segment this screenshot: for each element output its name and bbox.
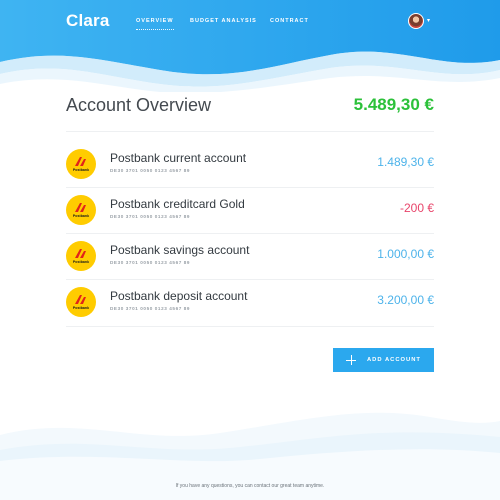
postbank-logo-icon: Postbank <box>66 287 96 317</box>
add-account-label: ADD ACCOUNT <box>367 357 421 363</box>
divider <box>66 326 434 327</box>
user-avatar[interactable] <box>408 13 424 29</box>
account-amount: 1.489,30 € <box>377 155 434 169</box>
caret-down-icon[interactable]: ▾ <box>427 17 430 24</box>
app-logo[interactable]: Clara <box>66 11 110 31</box>
account-amount: -200 € <box>399 201 434 215</box>
total-balance: 5.489,30 € <box>353 95 434 114</box>
account-row[interactable]: Postbank Postbank current account DE30 3… <box>66 149 434 195</box>
account-iban: DE30 3701 0050 0123 4567 89 <box>110 306 191 311</box>
nav-overview[interactable]: OVERVIEW <box>136 18 174 30</box>
account-amount: 1.000,00 € <box>377 247 434 261</box>
page-title: Account Overview <box>66 95 212 115</box>
account-row[interactable]: Postbank Postbank savings account DE30 3… <box>66 241 434 287</box>
account-iban: DE30 3701 0050 0123 4567 89 <box>110 214 191 219</box>
nav-budget-analysis[interactable]: BUDGET ANALYSIS <box>190 18 257 24</box>
account-row[interactable]: Postbank Postbank creditcard Gold DE30 3… <box>66 195 434 241</box>
account-amount: 3.200,00 € <box>377 293 434 307</box>
footer-text: If you have any questions, you can conta… <box>175 483 325 489</box>
divider <box>66 233 434 234</box>
account-iban: DE30 3701 0050 0123 4567 89 <box>110 168 191 173</box>
account-name: Postbank savings account <box>110 243 250 257</box>
page: Clara OVERVIEW BUDGET ANALYSIS CONTRACT … <box>0 0 500 500</box>
account-name: Postbank deposit account <box>110 289 248 303</box>
divider <box>66 279 434 280</box>
account-iban: DE30 3701 0050 0123 4567 89 <box>110 260 191 265</box>
postbank-logo-icon: Postbank <box>66 149 96 179</box>
account-name: Postbank current account <box>110 151 247 165</box>
add-account-button[interactable]: ADD ACCOUNT <box>333 348 434 372</box>
divider <box>66 131 434 132</box>
nav-contract[interactable]: CONTRACT <box>270 18 309 24</box>
postbank-logo-icon: Postbank <box>66 195 96 225</box>
plus-icon <box>346 355 356 365</box>
divider <box>66 187 434 188</box>
postbank-logo-icon: Postbank <box>66 241 96 271</box>
account-name: Postbank creditcard Gold <box>110 197 245 211</box>
